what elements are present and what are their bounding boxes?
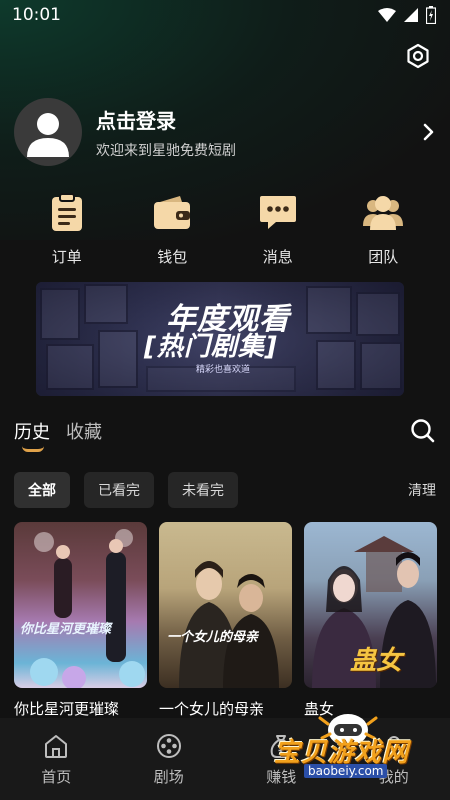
user-icon (27, 113, 69, 157)
status-icons (378, 6, 436, 24)
quick-action-team[interactable]: 团队 (343, 192, 423, 272)
poster-title-art: 蛊女 (350, 646, 403, 676)
status-bar: 10:01 (0, 0, 450, 30)
drama-card[interactable]: 一个女儿的母亲 一个女儿的母亲 (159, 522, 292, 718)
login-text: 点击登录 欢迎来到星驰免费短剧 (96, 105, 422, 160)
tab-history-label: 历史 (14, 422, 50, 443)
drama-list: 你比星河更璀璨 你比星河更璀璨 一个女儿的母亲 一个女儿的母亲 蛊女 蛊女 (14, 522, 450, 718)
banner-subtitle: 精彩也喜欢道 (196, 365, 251, 375)
quick-action-label: 消息 (262, 248, 293, 266)
login-row[interactable]: 点击登录 欢迎来到星驰免费短剧 (14, 98, 436, 166)
home-icon (45, 735, 68, 758)
filter-unwatched[interactable]: 未看完 (168, 472, 238, 508)
active-tab-indicator (22, 446, 44, 452)
clipboard-icon (51, 193, 82, 231)
quick-action-label: 团队 (368, 248, 399, 266)
poster-art (179, 561, 279, 688)
login-subtitle: 欢迎来到星驰免费短剧 (96, 142, 236, 159)
chevron-right-icon[interactable] (422, 122, 436, 142)
watermark: 宝贝游戏网 baobeiy.com (272, 708, 450, 800)
banner-title-line2: [热门剧集] (144, 332, 278, 362)
status-time: 10:01 (12, 5, 61, 25)
avatar[interactable] (14, 98, 82, 166)
filter-all[interactable]: 全部 (14, 472, 70, 508)
tab-favorites[interactable]: 收藏 (66, 418, 102, 444)
filter-watched[interactable]: 已看完 (84, 472, 154, 508)
drama-title: 你比星河更璀璨 (14, 700, 120, 718)
quick-action-messages[interactable]: 消息 (238, 192, 318, 272)
history-tabs: 历史 收藏 (14, 418, 436, 458)
poster-title-art: 你比星河更璀璨 (20, 622, 112, 637)
login-title[interactable]: 点击登录 (96, 105, 422, 134)
nav-theater[interactable]: 剧场 (129, 732, 209, 800)
quick-action-label: 订单 (51, 248, 82, 266)
drama-card[interactable]: 你比星河更璀璨 你比星河更璀璨 (14, 522, 147, 718)
settings-button[interactable] (404, 42, 432, 70)
nav-home-label: 首页 (41, 768, 72, 786)
drama-poster[interactable]: 蛊女 (304, 522, 437, 688)
promo-banner[interactable]: 年度观看 [热门剧集] 精彩也喜欢道 (36, 282, 404, 396)
drama-poster[interactable]: 你比星河更璀璨 (14, 522, 147, 688)
clear-button[interactable]: 清理 (408, 480, 436, 500)
signal-icon (404, 8, 418, 22)
settings-icon (407, 43, 429, 69)
poster-title-art: 一个女儿的母亲 (167, 630, 259, 645)
battery-icon (426, 6, 436, 24)
quick-action-wallet[interactable]: 钱包 (132, 192, 212, 272)
quick-action-label: 钱包 (157, 248, 188, 266)
poster-art (30, 529, 145, 688)
watermark-url: baobeiy.com (304, 764, 388, 778)
wifi-icon (378, 8, 396, 22)
drama-poster[interactable]: 一个女儿的母亲 (159, 522, 292, 688)
filter-bar: 全部 已看完 未看完 清理 (14, 471, 436, 509)
wallet-icon (154, 196, 191, 229)
drama-card[interactable]: 蛊女 蛊女 (304, 522, 437, 718)
quick-actions: 订单 钱包 消息 团队 (0, 192, 450, 272)
message-icon (259, 196, 296, 229)
nav-home[interactable]: 首页 (16, 732, 96, 800)
film-reel-icon (156, 734, 181, 758)
search-button[interactable] (410, 418, 436, 444)
quick-action-orders[interactable]: 订单 (27, 192, 107, 272)
tab-favorites-label: 收藏 (66, 422, 102, 443)
tab-history[interactable]: 历史 (14, 418, 50, 452)
search-icon (411, 419, 435, 443)
nav-theater-label: 剧场 (153, 768, 184, 786)
team-icon (363, 196, 404, 230)
